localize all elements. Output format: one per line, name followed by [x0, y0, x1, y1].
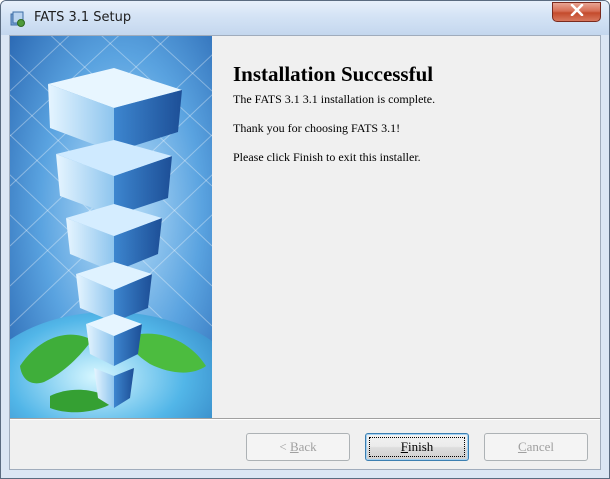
banner-image [10, 36, 212, 418]
thank-you-message: Thank you for choosing FATS 3.1! [233, 121, 401, 135]
divider [10, 418, 600, 420]
content-panel: Installation Successful The FATS 3.1 3.1… [212, 36, 600, 418]
dialog-body: Installation Successful The FATS 3.1 3.1… [9, 35, 601, 470]
back-prefix: < [279, 439, 290, 454]
cancel-mnemonic: C [517, 439, 527, 454]
finish-button[interactable]: Finish [365, 433, 469, 461]
close-button[interactable] [552, 2, 601, 22]
back-mnemonic: B [289, 439, 299, 454]
back-button[interactable]: < Back [246, 433, 350, 461]
back-label: ack [298, 439, 317, 454]
window-title: FATS 3.1 Setup [34, 10, 132, 25]
page-title: Installation Successful [233, 62, 434, 86]
completion-message: The FATS 3.1 3.1 installation is complet… [233, 92, 436, 106]
close-icon [570, 3, 584, 21]
skyscraper-globe-graphic [10, 36, 212, 418]
cancel-button[interactable]: Cancel [484, 433, 588, 461]
installer-window: FATS 3.1 Setup Installation Successful T… [0, 0, 610, 479]
title-bar[interactable]: FATS 3.1 Setup [1, 1, 609, 35]
installer-icon [10, 11, 26, 27]
exit-instruction: Please click Finish to exit this install… [233, 150, 421, 164]
cancel-label: ancel [526, 439, 555, 454]
focus-ring [369, 437, 465, 457]
